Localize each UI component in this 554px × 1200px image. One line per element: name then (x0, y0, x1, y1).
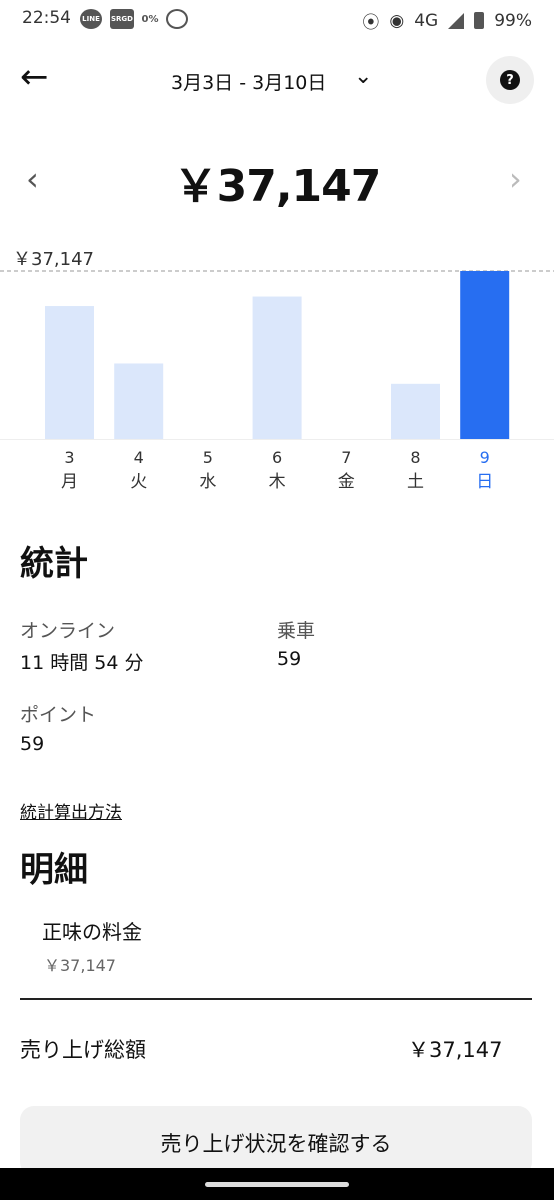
signal-icon (448, 12, 465, 29)
chart-bar-9[interactable] (460, 271, 510, 439)
points-label: ポイント (20, 704, 97, 726)
percent-app-icon: 0% (141, 13, 159, 25)
network-type: 4G (414, 10, 439, 31)
help-button[interactable]: ? (486, 56, 534, 104)
srgd-app-icon: SRGD (110, 9, 134, 29)
chart-bar-8[interactable] (391, 383, 440, 439)
next-week-arrow-icon[interactable]: › (509, 160, 522, 198)
chart-weekday-label-3: 月 (61, 472, 78, 492)
status-bar: 22:54 LINE SRGD 0% ⦿ ◉ 4G 99% (0, 0, 554, 38)
chart-day-label-3: 3 (64, 448, 74, 467)
question-mark-icon: ? (500, 70, 520, 90)
view-earnings-button[interactable]: 売り上げ状況を確認する (20, 1106, 532, 1176)
chart-weekday-label-5: 水 (199, 472, 216, 492)
chart-bar-4[interactable] (114, 363, 164, 439)
gross-total-value: ￥37,147 (408, 1038, 503, 1062)
stats-title: 統計 (20, 544, 88, 584)
hotspot-icon: ◉ (389, 10, 405, 31)
battery-icon (474, 12, 485, 29)
online-value: 11 時間 54 分 (20, 652, 144, 674)
chart-day-label-4: 4 (134, 448, 144, 467)
chart-weekday-label-8: 土 (407, 472, 424, 492)
total-earnings: ￥37,147 (173, 161, 382, 212)
header: ← 3月3日 - 3月10日 ⌄ ? (0, 50, 554, 110)
chart-day-label-9: 9 (480, 448, 490, 467)
globe-icon (166, 9, 188, 29)
rides-label: 乗車 (277, 620, 316, 642)
earnings-bar-chart: 3 月 4 火 5 水 6 木 7 金 8 土 9 日 (0, 270, 554, 492)
line-app-icon: LINE (80, 9, 102, 29)
chart-weekday-label-7: 金 (338, 472, 355, 492)
chart-weekday-label-4: 火 (130, 472, 147, 492)
chevron-down-icon[interactable]: ⌄ (354, 64, 372, 89)
net-fare-label: 正味の料金 (42, 920, 142, 944)
rides-value: 59 (277, 648, 302, 670)
stats-method-link[interactable]: 統計算出方法 (20, 798, 122, 823)
notification-icons: LINE SRGD 0% (80, 9, 188, 29)
battery-level: 99% (494, 10, 532, 31)
status-time: 22:54 (22, 8, 71, 28)
chart-day-label-7: 7 (341, 448, 351, 467)
chart-day-label-8: 8 (410, 448, 420, 467)
location-icon: ⦿ (362, 13, 380, 33)
chart-weekday-label-9: 日 (476, 472, 493, 492)
home-gesture-handle[interactable] (205, 1182, 349, 1187)
chart-day-label-5: 5 (203, 448, 213, 467)
chart-day-label-6: 6 (272, 448, 282, 467)
online-label: オンライン (20, 620, 116, 642)
chart-bar-6[interactable] (252, 296, 302, 439)
chart-weekday-label-6: 木 (269, 472, 286, 492)
system-indicators: ⦿ ◉ 4G 99% (362, 8, 532, 34)
divider (20, 998, 532, 1000)
system-nav-bar (0, 1168, 554, 1200)
chart-bar-3[interactable] (45, 306, 94, 439)
back-arrow-icon[interactable]: ← (20, 60, 56, 98)
gross-total-label: 売り上げ総額 (20, 1038, 146, 1062)
points-value: 59 (20, 733, 45, 755)
date-range[interactable]: 3月3日 - 3月10日 (171, 68, 326, 95)
net-fare-value: ￥37,147 (44, 956, 116, 975)
breakdown-title: 明細 (20, 850, 88, 890)
